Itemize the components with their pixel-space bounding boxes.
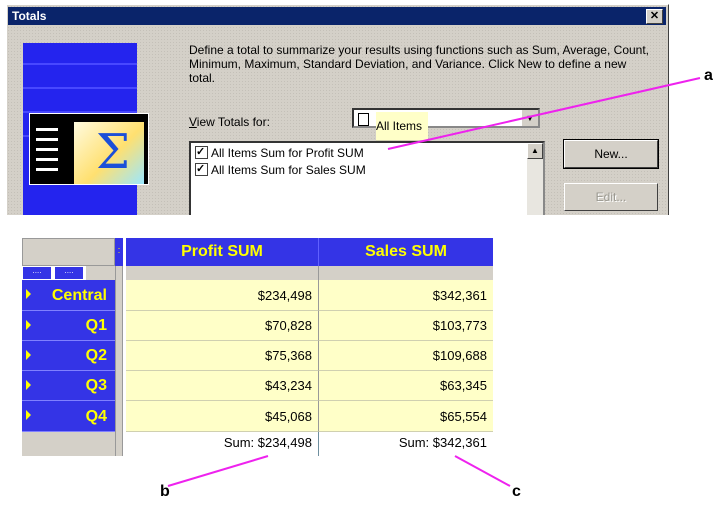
list-item[interactable]: All Items Sum for Sales SUM [195, 161, 366, 178]
checkbox[interactable] [195, 161, 208, 177]
table-cell[interactable]: $45,068 [126, 401, 319, 432]
table-cell[interactable]: $65,554 [319, 401, 493, 432]
row-header-filler [86, 266, 115, 280]
column-header-sales[interactable]: Sales SUM [319, 238, 493, 266]
sum-row-header [22, 432, 115, 456]
close-button[interactable]: ✕ [646, 9, 663, 24]
row-level-button[interactable]: .... [54, 266, 84, 280]
table-cell[interactable]: $103,773 [319, 311, 493, 341]
expand-icon[interactable] [26, 289, 31, 299]
scroll-up-icon[interactable]: ▲ [527, 143, 543, 159]
view-totals-select[interactable]: All Items ▼ [352, 108, 540, 141]
sum-profit: Sum: $234,498 [126, 432, 319, 456]
chevron-down-icon[interactable]: ▼ [521, 110, 538, 126]
expand-icon[interactable] [26, 380, 31, 390]
row-header-q1[interactable]: Q1 [22, 311, 115, 341]
row-header-q3[interactable]: Q3 [22, 371, 115, 401]
callout-b: b [160, 483, 170, 500]
checkbox[interactable] [195, 144, 208, 160]
grid-corner [22, 238, 115, 266]
callout-line-b [167, 455, 269, 487]
new-button[interactable]: New... [563, 139, 659, 169]
table-cell[interactable]: $234,498 [126, 280, 319, 311]
totals-list[interactable]: All Items Sum for Profit SUM All Items S… [189, 141, 545, 215]
sum-sales: Sum: $342,361 [319, 432, 493, 456]
document-icon [358, 113, 369, 126]
view-totals-value: All Items [376, 112, 429, 141]
dialog-description: Define a total to summarize your results… [189, 43, 650, 85]
sum-row-splitter [115, 432, 123, 456]
table-cell[interactable]: $70,828 [126, 311, 319, 341]
table-cell[interactable]: $43,234 [126, 371, 319, 401]
table-cell[interactable]: $63,345 [319, 371, 493, 401]
column-subheader [126, 266, 319, 280]
grid-splitter[interactable] [115, 266, 123, 432]
list-scrollbar[interactable]: ▲ [527, 143, 543, 215]
title-bar[interactable]: Totals ✕ [8, 7, 666, 25]
callout-c: c [512, 483, 521, 500]
column-subheader [319, 266, 493, 280]
expand-icon[interactable] [26, 410, 31, 420]
callout-line-c [454, 455, 511, 487]
view-totals-label: View Totals for: [189, 115, 270, 129]
row-header-central[interactable]: Central [22, 280, 115, 311]
totals-dialog: Totals ✕ Σ Define a total to summarize y… [6, 4, 669, 215]
dialog-title: Totals [12, 9, 47, 23]
list-item[interactable]: All Items Sum for Profit SUM [195, 144, 364, 161]
edit-button[interactable]: Edit... [564, 183, 658, 211]
expand-icon[interactable] [26, 320, 31, 330]
table-cell[interactable]: $75,368 [126, 341, 319, 371]
results-grid: : Profit SUM Sales SUM .... .... Central… [22, 238, 493, 456]
row-header-q4[interactable]: Q4 [22, 401, 115, 432]
table-cell[interactable]: $109,688 [319, 341, 493, 371]
table-cell[interactable]: $342,361 [319, 280, 493, 311]
row-header-q2[interactable]: Q2 [22, 341, 115, 371]
expand-icon[interactable] [26, 350, 31, 360]
column-header-profit[interactable]: Profit SUM [126, 238, 319, 266]
callout-a: a [704, 67, 713, 84]
grid-handle[interactable]: : [115, 238, 123, 266]
sigma-icon: Σ [29, 113, 149, 185]
row-level-button[interactable]: .... [22, 266, 52, 280]
close-icon: ✕ [649, 10, 660, 22]
